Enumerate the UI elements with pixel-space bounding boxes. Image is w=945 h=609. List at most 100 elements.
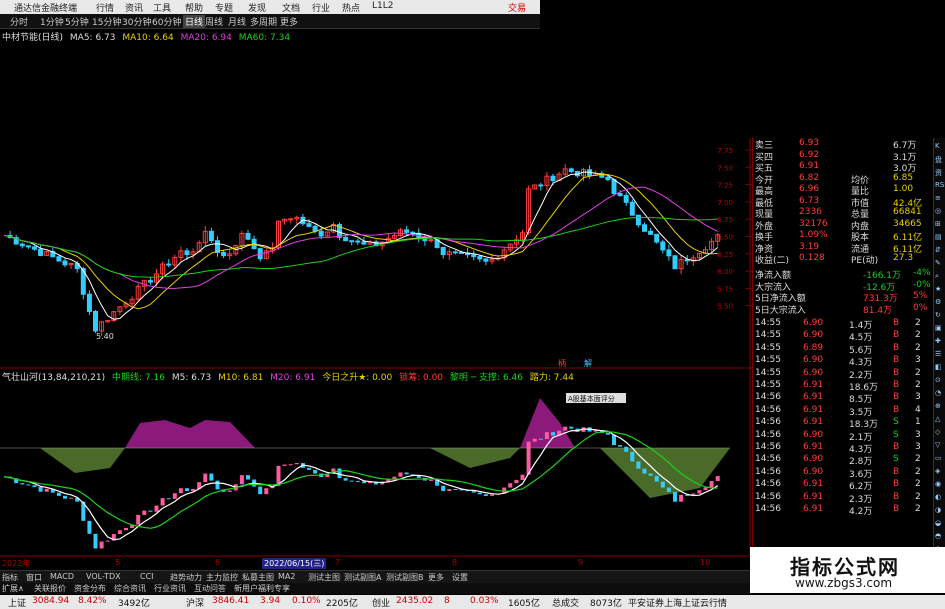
candle-body: [32, 246, 37, 250]
candle-body: [605, 176, 611, 181]
menu-item-hot[interactable]: 热点: [342, 1, 360, 14]
period-tab-daily[interactable]: 日线: [183, 15, 206, 28]
indicator-name-label[interactable]: 气壮山河(13,84,210,21): [2, 373, 105, 383]
indicator-tab[interactable]: VOL-TDX: [86, 572, 121, 581]
candle-body: [568, 168, 574, 172]
indicator-tab[interactable]: 私募主图: [242, 572, 274, 583]
side-toolbar-icon[interactable]: K: [935, 142, 945, 152]
side-toolbar-icon[interactable]: ⌕: [935, 272, 945, 282]
period-tab-intraday[interactable]: 分时: [10, 15, 28, 28]
side-toolbar-icon[interactable]: ✎: [935, 259, 945, 269]
side-toolbar-icon[interactable]: ◒: [935, 519, 945, 529]
tick-time: 14:56: [755, 466, 781, 477]
indicator-tab[interactable]: 窗口: [26, 572, 42, 583]
sh-index-name[interactable]: 上证: [8, 596, 26, 609]
cy-index-name[interactable]: 创业: [372, 596, 390, 609]
period-tab-multi[interactable]: 多周期: [250, 15, 277, 28]
quote-row: 净资 3.19 流通 6.11亿: [753, 242, 933, 255]
indicator-tab[interactable]: MACD: [50, 572, 74, 581]
side-toolbar-icon[interactable]: ◧: [935, 363, 945, 373]
indicator-tab[interactable]: 主力监控: [206, 572, 238, 583]
info-tab[interactable]: 新用户福利专享: [234, 583, 290, 594]
period-tab-more[interactable]: 更多: [280, 15, 298, 28]
side-toolbar-icon[interactable]: ▣: [935, 324, 945, 334]
menu-item-industry[interactable]: 行业: [312, 1, 330, 14]
menu-item-l1l2[interactable]: L1L2: [372, 1, 393, 11]
date-label: 8: [452, 558, 458, 567]
menu-item-discover[interactable]: 发现: [248, 1, 266, 14]
sub-candle-body: [483, 494, 488, 497]
tick-price: 6.91: [803, 504, 824, 514]
menu-item-help[interactable]: 帮助: [185, 1, 203, 14]
sub-candle-body: [209, 473, 214, 481]
side-toolbar-icon[interactable]: ▽: [935, 441, 945, 451]
indicator-tab[interactable]: CCI: [140, 572, 154, 581]
side-toolbar-icon[interactable]: ⊙: [935, 376, 945, 386]
period-tab-1min[interactable]: 1分钟: [40, 15, 64, 28]
side-toolbar-icon[interactable]: ◎: [935, 207, 945, 217]
indicator-tab[interactable]: 测试主图: [308, 572, 340, 583]
side-toolbar-icon[interactable]: ◐: [935, 493, 945, 503]
indicator-tab[interactable]: MA2: [278, 572, 295, 581]
side-toolbar-icon[interactable]: △: [935, 415, 945, 425]
menu-item-tools[interactable]: 工具: [153, 1, 171, 14]
info-tab[interactable]: 扩展∧: [2, 583, 24, 594]
info-tab[interactable]: 关联报价: [34, 583, 66, 594]
period-tab-30min[interactable]: 30分钟: [122, 15, 151, 28]
side-toolbar-icon[interactable]: ◉: [935, 480, 945, 490]
menu-item-hq[interactable]: 行情: [96, 1, 114, 14]
sub-candle-body: [294, 463, 299, 465]
candle-body: [477, 256, 483, 260]
indicator-tab[interactable]: 趋势动力: [170, 572, 202, 583]
candle-body: [538, 184, 544, 187]
indicator-tab[interactable]: 指标: [2, 572, 18, 583]
side-toolbar-icon[interactable]: ⚙: [935, 298, 945, 308]
period-tab-15min[interactable]: 15分钟: [92, 15, 121, 28]
info-tab[interactable]: 综合资讯: [114, 583, 146, 594]
period-tab-60min[interactable]: 60分钟: [152, 15, 181, 28]
info-tab[interactable]: 资金分布: [74, 583, 106, 594]
side-toolbar-icon[interactable]: ◔: [935, 389, 945, 399]
period-tab-weekly[interactable]: 周线: [205, 15, 223, 28]
tick-direction: S: [893, 417, 899, 428]
period-tab-monthly[interactable]: 月线: [228, 15, 246, 28]
menu-item-docs[interactable]: 文档: [282, 1, 300, 14]
candle-body: [288, 218, 294, 221]
side-toolbar-icon[interactable]: 资: [935, 168, 945, 178]
tick-count: 2: [915, 491, 921, 502]
side-toolbar-icon[interactable]: ★: [935, 285, 945, 295]
side-toolbar-icon[interactable]: ◑: [935, 506, 945, 516]
tick-time: 14:55: [755, 342, 781, 353]
side-toolbar-icon[interactable]: ⊞: [935, 220, 945, 230]
sub-candle-body: [227, 490, 232, 492]
side-toolbar-icon[interactable]: ≡: [935, 194, 945, 204]
side-toolbar-icon[interactable]: ↻: [935, 311, 945, 321]
menu-item-topic[interactable]: 专题: [215, 1, 233, 14]
side-toolbar-icon[interactable]: ▭: [935, 454, 945, 464]
side-toolbar-icon[interactable]: ◈: [935, 467, 945, 477]
side-toolbar-icon[interactable]: 盘: [935, 155, 945, 165]
indicator-tab[interactable]: 测试副图A: [344, 572, 381, 583]
indicator-tab[interactable]: 测试副图B: [386, 572, 424, 583]
quote-value: 66841: [893, 207, 922, 217]
tick-row: 14:56 6.90 2.1万 S 3: [753, 430, 933, 443]
side-toolbar-icon[interactable]: ◓: [935, 532, 945, 542]
side-toolbar-icon[interactable]: ▤: [935, 233, 945, 243]
info-tab[interactable]: 互动问答: [194, 583, 226, 594]
side-toolbar-icon[interactable]: ✚: [935, 337, 945, 347]
candle-body: [56, 256, 62, 262]
menu-item-news[interactable]: 资讯: [125, 1, 143, 14]
period-tab-5min[interactable]: 5分钟: [65, 15, 89, 28]
kline-chart[interactable]: 7.757.507.257.006.756.506.256.005.755.50…: [0, 28, 752, 558]
menu-item-trade[interactable]: 交易: [508, 1, 526, 14]
side-toolbar-icon[interactable]: ◇: [935, 428, 945, 438]
side-toolbar-icon[interactable]: ⇵: [935, 246, 945, 256]
side-toolbar-icon[interactable]: ☰: [935, 350, 945, 360]
info-tab[interactable]: 行业资讯: [154, 583, 186, 594]
hs-index-name[interactable]: 沪深: [186, 596, 204, 609]
indicator-tab[interactable]: 设置: [452, 572, 468, 583]
side-toolbar-icon[interactable]: RSI: [935, 181, 945, 191]
side-toolbar-icon[interactable]: ⊕: [935, 402, 945, 412]
indicator-tab[interactable]: 更多: [428, 572, 444, 583]
sub-candle-body: [69, 497, 74, 499]
